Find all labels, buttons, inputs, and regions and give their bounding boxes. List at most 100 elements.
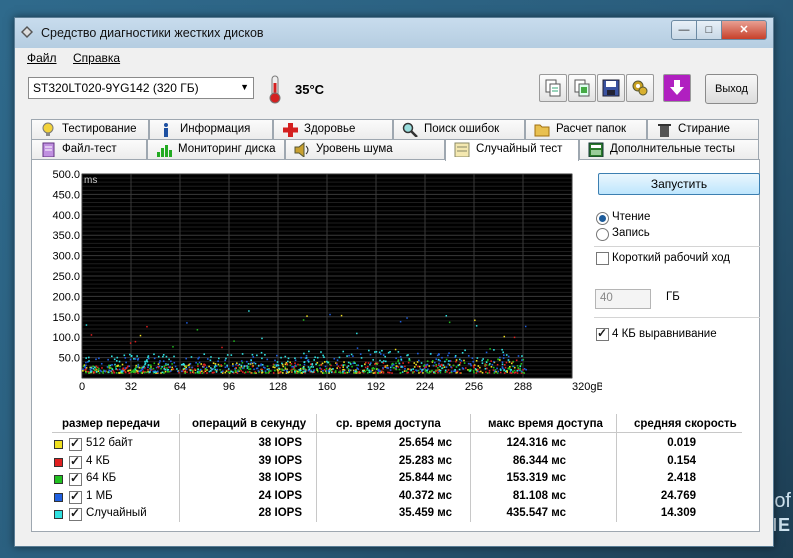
data-point [176,370,179,373]
data-point-outlier [475,325,478,327]
data-point [336,359,339,361]
data-point [435,365,438,368]
series-checkbox[interactable] [69,489,82,504]
tab-random-test[interactable]: Случайный тест [445,139,579,161]
data-point [196,371,199,373]
tab-label: Стирание [678,123,730,135]
avg-access-value: 25.654 мс [398,437,452,449]
tab-health[interactable]: Здоровье [273,119,393,139]
copy-all-button[interactable] [568,74,596,102]
data-point [205,368,207,371]
data-point [298,369,300,371]
data-point [116,368,119,371]
data-point [453,370,455,373]
data-point [166,367,168,369]
data-point [436,369,439,371]
tab-erase[interactable]: Стирание [647,119,759,139]
data-point [114,366,117,368]
data-point-outlier [90,334,93,336]
data-point [347,361,350,364]
drive-select[interactable]: ST320LT020-9YG142 (320 ГБ) ▼ [28,77,254,99]
data-point [523,367,526,370]
data-point [420,362,423,364]
data-point [189,362,192,365]
write-radio[interactable] [596,228,609,241]
tab-noise-level[interactable]: Уровень шума [285,139,445,159]
data-point [455,371,458,374]
data-point [264,370,267,373]
data-point [486,367,488,370]
tab-error-scan[interactable]: Поиск ошибок [393,119,525,139]
series-label: 1 МБ [86,489,113,502]
data-point [520,370,523,373]
read-radio[interactable] [596,212,609,225]
short-stroke-input[interactable]: 40 [595,289,651,309]
data-point [286,371,289,373]
save-button[interactable] [597,74,625,102]
tab-extra-tests[interactable]: Дополнительные тесты [579,139,759,159]
download-button[interactable] [663,74,691,102]
data-point [399,372,402,374]
data-point [320,364,322,366]
short-stroke-checkbox[interactable] [596,252,609,265]
menu-file[interactable]: Файл [27,51,57,65]
data-point [291,368,293,371]
series-checkbox[interactable] [69,454,82,469]
data-point [169,370,172,372]
data-point [146,360,149,363]
data-point [482,358,484,360]
close-button[interactable]: ✕ [721,20,767,40]
alignment-label: 4 КБ выравнивание [612,328,717,340]
maximize-button[interactable]: □ [697,20,721,40]
data-point [336,367,338,369]
tab-file-test[interactable]: Файл-тест [31,139,147,159]
data-point [442,364,445,366]
data-point [190,356,193,358]
data-point [220,371,223,373]
data-point [329,363,331,366]
tab-testing[interactable]: Тестирование [31,119,149,139]
data-point [115,368,117,370]
data-point [208,365,210,368]
data-point [199,369,202,372]
series-checkbox[interactable] [69,506,82,521]
menu-help[interactable]: Справка [73,51,120,65]
exit-button[interactable]: Выход [705,74,758,104]
data-point [119,365,121,368]
data-point [408,358,411,360]
data-point [219,369,221,371]
data-point [247,371,249,373]
data-point [401,365,403,368]
data-point [490,365,493,368]
series-checkbox[interactable] [69,436,82,451]
data-point [153,371,156,374]
copy-button[interactable] [539,74,567,102]
start-button[interactable]: Запустить [598,173,760,195]
data-point [424,370,427,372]
data-point [209,370,212,372]
tab-info[interactable]: Информация [149,119,273,139]
data-point [300,356,302,359]
random-test-icon [454,142,470,157]
data-point [509,371,511,374]
title-bar[interactable]: Средство диагностики жестких дисков — □ … [15,18,773,48]
header-transfer-size: размер передачи [62,418,161,430]
data-point [147,366,149,369]
data-point [243,365,246,368]
data-point [325,368,328,370]
data-point [472,364,475,367]
data-point [450,370,453,373]
data-point [240,364,243,367]
minimize-button[interactable]: — [671,20,697,40]
data-point [392,363,395,366]
series-checkbox[interactable] [69,471,82,486]
data-point [173,355,175,358]
data-point [395,365,398,368]
tab-disk-monitor[interactable]: Мониторинг диска [147,139,285,159]
tab-folder-usage[interactable]: Расчет папок [525,119,647,139]
settings-button[interactable] [626,74,654,102]
alignment-checkbox[interactable] [596,326,609,341]
data-point [269,370,272,372]
data-point [507,355,510,358]
data-point [202,366,205,369]
